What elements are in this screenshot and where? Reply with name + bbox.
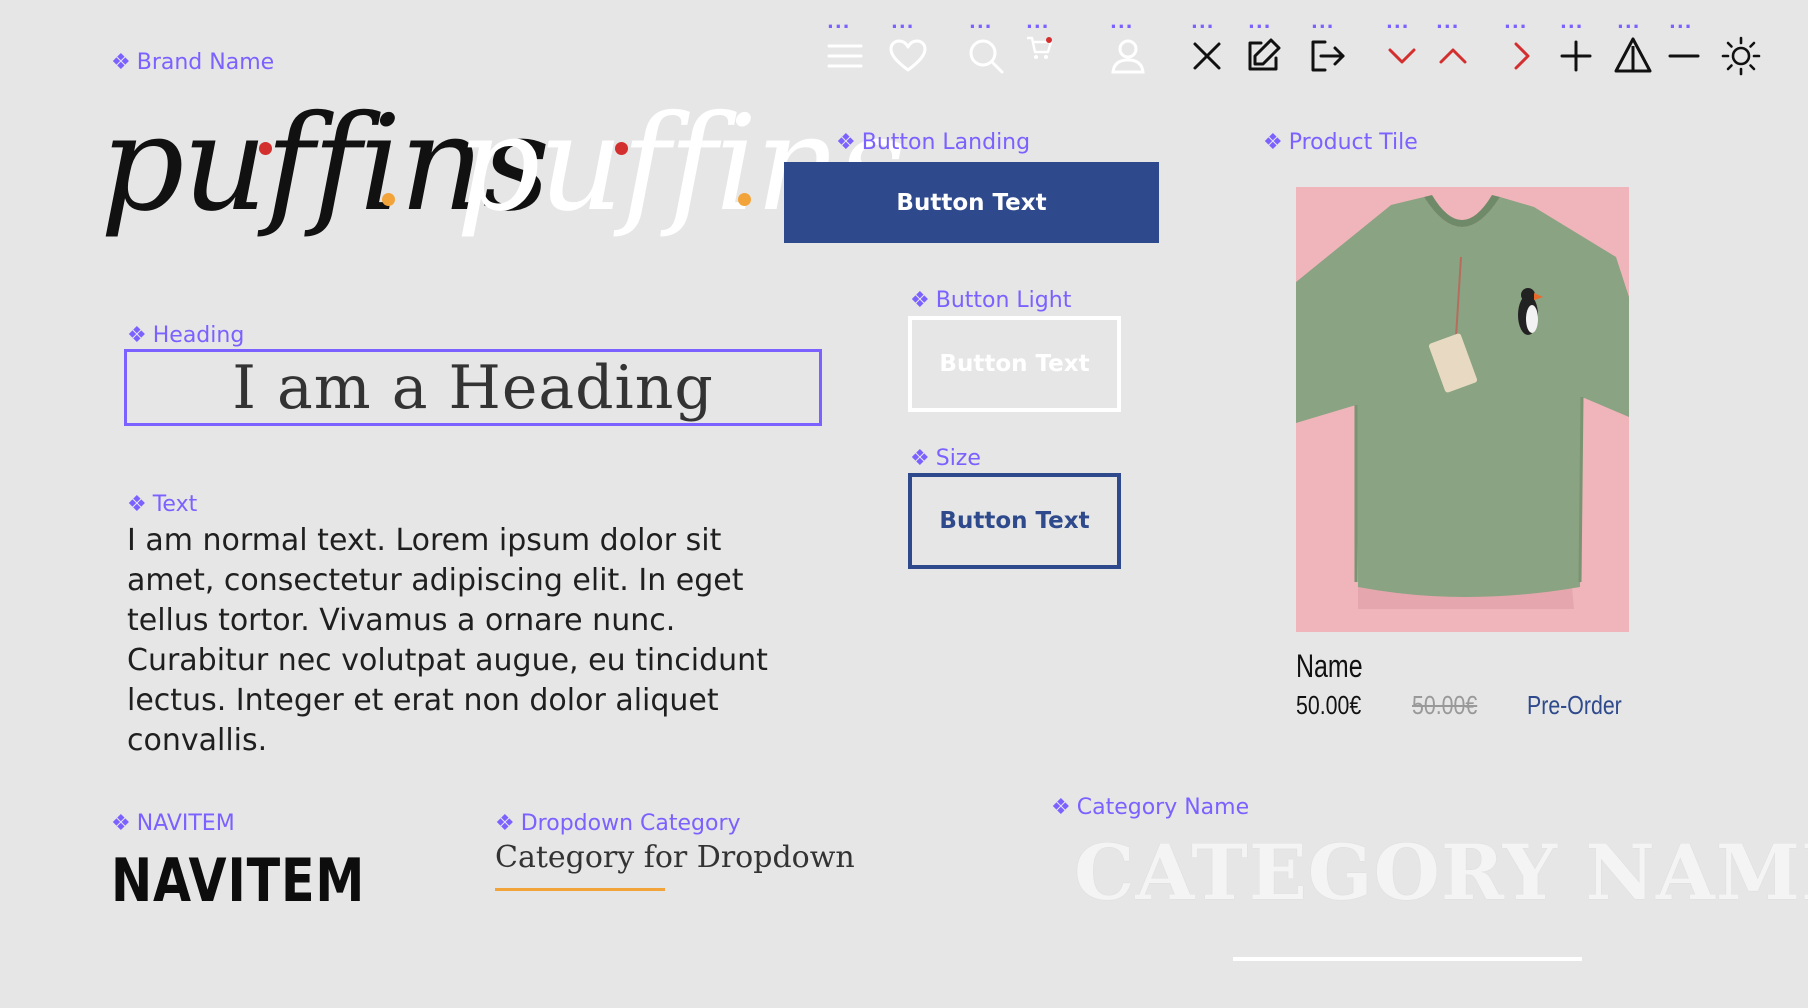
icon-options-dots[interactable]: ... (1191, 14, 1215, 32)
logout-icon[interactable] (1305, 34, 1349, 78)
button-landing[interactable]: Button Text (784, 162, 1159, 243)
component-label-category-name: ❖ Category Name (1051, 794, 1250, 820)
edit-icon[interactable] (1241, 34, 1285, 78)
component-diamond-icon: ❖ (1263, 129, 1283, 155)
component-label-size: ❖ Size (910, 445, 981, 471)
plus-icon[interactable] (1554, 34, 1598, 78)
icon-options-dots[interactable]: ... (1560, 14, 1584, 32)
component-diamond-icon: ❖ (1051, 794, 1071, 820)
icon-options-dots[interactable]: ... (1436, 14, 1460, 32)
icon-options-dots[interactable]: ... (827, 14, 851, 32)
icon-options-dots[interactable]: ... (1386, 14, 1410, 32)
category-name-title[interactable]: CATEGORY NAME (1074, 828, 1808, 917)
logo-dot-red (615, 142, 628, 155)
dropdown-category-item[interactable]: Category for Dropdown (495, 840, 855, 875)
warning-icon[interactable] (1611, 34, 1655, 78)
icon-options-dots[interactable]: ... (1311, 14, 1335, 32)
icon-options-dots[interactable]: ... (1617, 14, 1641, 32)
component-label-button-light: ❖ Button Light (910, 287, 1072, 313)
component-label-brand-name: ❖ Brand Name (111, 49, 275, 75)
product-old-price: 50.00€ (1411, 690, 1477, 720)
component-diamond-icon: ❖ (910, 445, 930, 471)
logo-dot-red (259, 142, 272, 155)
cart-icon[interactable] (1024, 32, 1058, 66)
component-diamond-icon: ❖ (111, 49, 131, 75)
icon-options-dots[interactable]: ... (1110, 14, 1134, 32)
chevron-down-icon[interactable] (1380, 34, 1424, 78)
button-size[interactable]: Button Text (908, 473, 1121, 569)
component-label-dropdown-category: ❖ Dropdown Category (495, 810, 741, 836)
product-price: 50.00€ (1296, 690, 1362, 720)
component-diamond-icon: ❖ (910, 287, 930, 313)
icon-options-dots[interactable]: ... (1248, 14, 1272, 32)
category-name-underline (1233, 957, 1582, 961)
logo-dot-orange (382, 193, 395, 206)
button-light[interactable]: Button Text (908, 316, 1121, 412)
component-label-button-landing: ❖ Button Landing (836, 129, 1031, 155)
dropdown-category-underline (495, 888, 665, 891)
component-label-navitem: ❖ NAVITEM (111, 810, 235, 836)
logo-dot-orange (738, 193, 751, 206)
product-image[interactable] (1296, 187, 1629, 632)
user-icon[interactable] (1106, 34, 1150, 78)
heading-text: I am a Heading (232, 352, 714, 423)
minus-icon[interactable] (1662, 34, 1706, 78)
component-label-text: ❖ Text (127, 491, 198, 517)
icon-options-dots[interactable]: ... (969, 14, 993, 32)
heart-icon[interactable] (886, 34, 930, 78)
component-diamond-icon: ❖ (495, 810, 515, 836)
nav-item[interactable]: NAVITEM (111, 846, 365, 916)
sun-icon[interactable] (1719, 34, 1763, 78)
product-preorder-label[interactable]: Pre-Order (1527, 690, 1622, 721)
icon-options-dots[interactable]: ... (1504, 14, 1528, 32)
component-diamond-icon: ❖ (127, 322, 147, 348)
component-label-heading: ❖ Heading (127, 322, 245, 348)
search-icon[interactable] (964, 34, 1008, 78)
chevron-right-icon[interactable] (1499, 34, 1543, 78)
icon-options-dots[interactable]: ... (1669, 14, 1693, 32)
heading-component[interactable]: I am a Heading (124, 349, 822, 426)
product-price-row: 50.00€ 50.00€ Pre-Order (1296, 690, 1643, 721)
component-diamond-icon: ❖ (836, 129, 856, 155)
component-diamond-icon: ❖ (111, 810, 131, 836)
icon-options-dots[interactable]: ... (891, 14, 915, 32)
menu-icon[interactable] (823, 34, 867, 78)
product-name[interactable]: Name (1296, 648, 1363, 685)
component-label-product-tile: ❖ Product Tile (1263, 129, 1418, 155)
body-text: I am normal text. Lorem ipsum dolor sit … (127, 523, 768, 758)
close-icon[interactable] (1185, 34, 1229, 78)
component-diamond-icon: ❖ (127, 491, 147, 517)
icon-options-dots[interactable]: ... (1026, 14, 1050, 32)
chevron-up-icon[interactable] (1431, 34, 1475, 78)
